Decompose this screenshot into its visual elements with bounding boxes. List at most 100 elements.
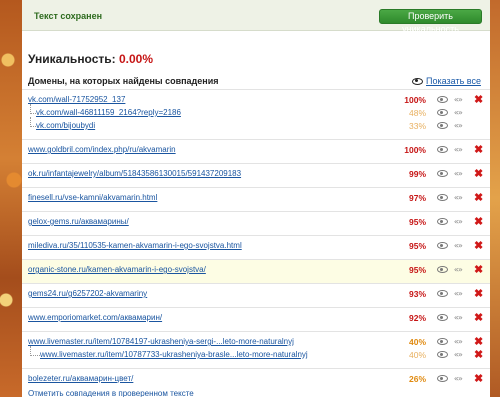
eye-icon[interactable] xyxy=(437,146,448,153)
match-percent: 100% xyxy=(404,145,426,155)
match-percent: 95% xyxy=(408,265,426,275)
match-row: www.livemaster.ru/item/10784197-ukrashen… xyxy=(28,336,490,349)
match-subrow: vk.com/wall-46811159_2164?reply=2186 48% «… xyxy=(28,104,490,120)
delete-x-icon[interactable]: ✖ xyxy=(474,94,483,106)
delete-x-icon[interactable]: ✖ xyxy=(474,312,483,324)
compare-icon[interactable]: «» xyxy=(454,95,463,104)
eye-icon[interactable] xyxy=(437,109,448,116)
compare-icon[interactable]: «» xyxy=(454,313,463,322)
show-all-link[interactable]: Показать все xyxy=(412,76,481,86)
eye-icon[interactable] xyxy=(437,170,448,177)
tree-connector xyxy=(30,346,40,356)
match-group: gems24.ru/g6257202-akvamariny 93% «» ✖ xyxy=(22,283,490,307)
match-percent: 99% xyxy=(408,169,426,179)
compare-icon[interactable]: «» xyxy=(454,374,463,383)
compare-icon[interactable]: «» xyxy=(454,108,463,117)
eye-icon[interactable] xyxy=(437,122,448,129)
uniqueness-result: Уникальность: 0.00% xyxy=(28,52,153,66)
match-percent: 95% xyxy=(408,241,426,251)
match-row: gelox-gems.ru/аквамарины/95% «» ✖ xyxy=(28,216,490,229)
match-percent: 95% xyxy=(408,217,426,227)
eye-icon[interactable] xyxy=(437,266,448,273)
domains-heading: Домены, на которых найдены совпадения xyxy=(28,76,219,86)
match-percent: 92% xyxy=(408,313,426,323)
match-group: gelox-gems.ru/аквамарины/95% «» ✖ xyxy=(22,211,490,235)
eye-icon[interactable] xyxy=(437,194,448,201)
match-row: milediva.ru/35/110535-kamen-akvamarin-i-… xyxy=(28,240,490,253)
match-url-link[interactable]: gems24.ru/g6257202-akvamariny xyxy=(28,289,147,298)
compare-icon[interactable]: «» xyxy=(454,265,463,274)
eye-icon[interactable] xyxy=(437,375,448,382)
compare-icon[interactable]: «» xyxy=(454,337,463,346)
match-row: gems24.ru/g6257202-akvamariny 93% «» ✖ xyxy=(28,288,490,301)
match-percent: 93% xyxy=(408,289,426,299)
match-subrow: www.livemaster.ru/item/10787733-ukrashen… xyxy=(28,346,490,362)
status-bar: Текст сохранен Проверить уникальность xyxy=(22,0,490,34)
match-url-link[interactable]: milediva.ru/35/110535-kamen-akvamarin-i-… xyxy=(28,241,242,250)
match-url-link[interactable]: finesell.ru/vse-kamni/akvamarin.html xyxy=(28,193,157,202)
saved-status-text: Текст сохранен xyxy=(34,11,103,21)
eye-icon[interactable] xyxy=(437,96,448,103)
eye-icon[interactable] xyxy=(437,314,448,321)
delete-x-icon[interactable]: ✖ xyxy=(474,288,483,300)
eye-icon[interactable] xyxy=(437,218,448,225)
match-group: ok.ru/infantajewelry/album/5184358613001… xyxy=(22,163,490,187)
delete-x-icon[interactable]: ✖ xyxy=(474,168,483,180)
compare-icon[interactable]: «» xyxy=(454,121,463,130)
match-url-link[interactable]: organic-stone.ru/kamen-akvamarin-i-ego-s… xyxy=(28,265,206,274)
match-group: www.livemaster.ru/item/10784197-ukrashen… xyxy=(22,331,490,368)
uniqueness-value: 0.00% xyxy=(119,52,154,66)
match-url-link[interactable]: www.goldbril.com/index.php/ru/akvamarin xyxy=(28,145,176,154)
match-url-link[interactable]: vk.com/wall-46811159_2164?reply=2186 xyxy=(36,108,181,117)
mark-matches-link[interactable]: Отметить совпадения в проверенном тексте xyxy=(28,389,194,397)
match-group: milediva.ru/35/110535-kamen-akvamarin-i-… xyxy=(22,235,490,259)
delete-x-icon[interactable]: ✖ xyxy=(474,336,483,348)
match-percent: 40% xyxy=(408,337,426,347)
delete-x-icon[interactable]: ✖ xyxy=(474,192,483,204)
eye-icon[interactable] xyxy=(437,242,448,249)
match-url-link[interactable]: www.livemaster.ru/item/10784197-ukrashen… xyxy=(28,337,294,346)
eye-icon[interactable] xyxy=(437,290,448,297)
match-group: vk.com/wall-71752952_137 100% «» ✖ vk.com/wa… xyxy=(22,89,490,139)
match-url-link[interactable]: bolezeter.ru/аквамарин-цвет/ xyxy=(28,374,133,383)
match-url-link[interactable]: vk.com/wall-71752952_137 xyxy=(28,95,125,104)
delete-x-icon[interactable]: ✖ xyxy=(474,144,483,156)
compare-icon[interactable]: «» xyxy=(454,241,463,250)
delete-x-icon[interactable]: ✖ xyxy=(474,264,483,276)
compare-icon[interactable]: «» xyxy=(454,289,463,298)
autumn-background-right xyxy=(490,0,500,397)
match-url-link[interactable]: www.emporiomarket.com/аквамарин/ xyxy=(28,313,162,322)
eye-icon[interactable] xyxy=(437,338,448,345)
match-row: www.goldbril.com/index.php/ru/akvamarin 1… xyxy=(28,144,490,157)
delete-x-icon[interactable]: ✖ xyxy=(474,373,483,385)
eye-icon[interactable] xyxy=(437,351,448,358)
delete-x-icon[interactable]: ✖ xyxy=(474,240,483,252)
match-url-link[interactable]: vk.com/bijoubydi xyxy=(36,121,95,130)
match-percent: 100% xyxy=(404,95,426,105)
autumn-background-left xyxy=(0,0,22,397)
match-percent: 40% xyxy=(408,350,426,360)
compare-icon[interactable]: «» xyxy=(454,169,463,178)
match-percent: 97% xyxy=(408,193,426,203)
uniqueness-label: Уникальность: xyxy=(28,52,116,66)
match-subrow: vk.com/bijoubydi 33% «» xyxy=(28,117,490,133)
matches-list: vk.com/wall-71752952_137 100% «» ✖ vk.com/wa… xyxy=(22,89,490,392)
match-percent: 48% xyxy=(408,108,426,118)
compare-icon[interactable]: «» xyxy=(454,145,463,154)
match-url-link[interactable]: www.livemaster.ru/item/10787733-ukrashen… xyxy=(40,350,308,359)
delete-x-icon[interactable]: ✖ xyxy=(474,216,483,228)
compare-icon[interactable]: «» xyxy=(454,217,463,226)
match-row: bolezeter.ru/аквамарин-цвет/26% «» ✖ xyxy=(28,373,490,386)
match-row: www.emporiomarket.com/аквамарин/92% «» ✖ xyxy=(28,312,490,325)
match-url-link[interactable]: ok.ru/infantajewelry/album/5184358613001… xyxy=(28,169,241,178)
match-row: ok.ru/infantajewelry/album/5184358613001… xyxy=(28,168,490,181)
compare-icon[interactable]: «» xyxy=(454,350,463,359)
match-percent: 33% xyxy=(408,121,426,131)
match-percent: 26% xyxy=(408,374,426,384)
check-uniqueness-button[interactable]: Проверить уникальность xyxy=(379,9,482,34)
compare-icon[interactable]: «» xyxy=(454,193,463,202)
delete-x-icon[interactable]: ✖ xyxy=(474,349,483,361)
match-row: finesell.ru/vse-kamni/akvamarin.html 97% «… xyxy=(28,192,490,205)
match-url-link[interactable]: gelox-gems.ru/аквамарины/ xyxy=(28,217,129,226)
match-group: www.goldbril.com/index.php/ru/akvamarin 1… xyxy=(22,139,490,163)
